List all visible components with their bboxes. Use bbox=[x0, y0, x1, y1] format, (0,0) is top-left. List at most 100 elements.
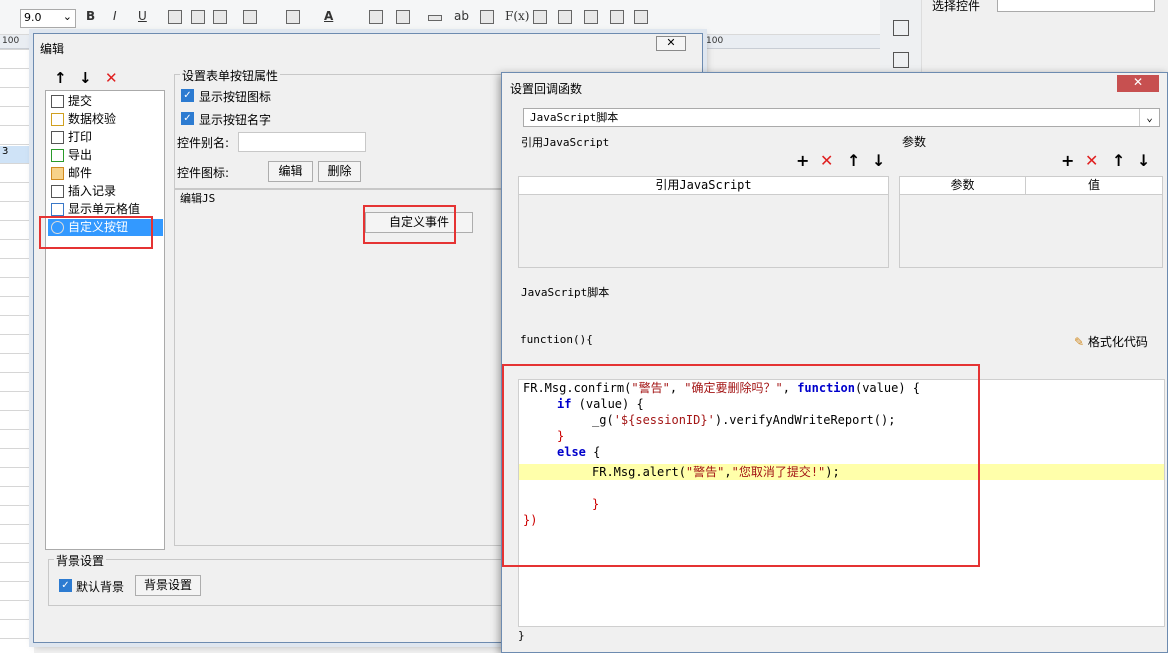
group-legend: 编辑JS bbox=[180, 192, 216, 205]
tree-item-label: 邮件 bbox=[68, 166, 93, 180]
arrow-down-icon[interactable]: ↓ bbox=[1137, 151, 1150, 170]
arrow-up-icon[interactable]: ↑ bbox=[1112, 151, 1125, 170]
mail-icon bbox=[51, 167, 64, 180]
delete-icon[interactable]: ✕ bbox=[1085, 151, 1098, 170]
widget-select-label: 选择控件 bbox=[932, 0, 981, 13]
tree-item-print[interactable]: 打印 bbox=[48, 129, 163, 146]
tree-item-label: 提交 bbox=[68, 94, 93, 108]
align-right-icon[interactable] bbox=[213, 10, 227, 24]
chevron-down-icon: ⌄ bbox=[1139, 109, 1159, 126]
format-code-button[interactable]: ✎ 格式化代码 bbox=[1074, 333, 1148, 350]
ref-js-table[interactable]: 引用JavaScript bbox=[518, 176, 889, 268]
export-icon bbox=[51, 149, 64, 162]
align-center-icon[interactable] bbox=[191, 10, 205, 24]
chart-icon[interactable] bbox=[533, 10, 547, 24]
code-line: } bbox=[592, 497, 600, 511]
tree-item-show-cell[interactable]: 显示单元格值 bbox=[48, 201, 163, 218]
bold-button[interactable]: B bbox=[86, 9, 95, 27]
add-icon[interactable]: + bbox=[796, 151, 809, 170]
code-line: else { bbox=[557, 445, 601, 459]
formula-button[interactable]: F(x) bbox=[505, 9, 529, 27]
tree-item-label: 打印 bbox=[68, 130, 93, 144]
subreport-icon[interactable] bbox=[610, 10, 624, 24]
code-line: FR.Msg.alert("警告","您取消了提交!"); bbox=[592, 465, 840, 479]
table-icon[interactable] bbox=[396, 10, 410, 24]
add-icon[interactable]: + bbox=[1061, 151, 1074, 170]
custom-event-button[interactable]: 自定义事件 bbox=[365, 212, 473, 233]
fill-color-icon[interactable] bbox=[286, 10, 300, 24]
align-left-icon[interactable] bbox=[168, 10, 182, 24]
group-legend: 设置表单按钮属性 bbox=[180, 67, 281, 84]
tree-item-submit[interactable]: 提交 bbox=[48, 93, 163, 110]
ruler-mark: 100 bbox=[2, 36, 20, 46]
edit-icon-button[interactable]: 编辑 bbox=[268, 161, 313, 182]
show-name-checkbox[interactable]: ✓ bbox=[181, 112, 194, 125]
script-section-label: JavaScript脚本 bbox=[521, 286, 610, 299]
tree-toolbar: ↑ ↓ ✕ bbox=[45, 67, 165, 89]
tree-item-label: 插入记录 bbox=[68, 184, 117, 198]
text-color-button[interactable]: A bbox=[324, 9, 333, 27]
border-frame-icon[interactable] bbox=[634, 10, 648, 24]
frame-icon[interactable] bbox=[893, 52, 909, 68]
underline-button[interactable]: U bbox=[138, 9, 147, 27]
widget-select[interactable] bbox=[997, 0, 1155, 12]
default-bg-checkbox[interactable]: ✓ bbox=[59, 579, 72, 592]
slash-icon[interactable] bbox=[584, 10, 598, 24]
arrow-down-icon[interactable]: ↓ bbox=[79, 69, 92, 87]
code-line: if (value) { bbox=[557, 397, 644, 411]
cell-icon bbox=[51, 203, 64, 216]
script-type-select[interactable]: JavaScript脚本 ⌄ bbox=[523, 108, 1160, 127]
checkbox-label: 显示按钮名字 bbox=[199, 113, 272, 127]
column-header: 引用JavaScript bbox=[519, 177, 888, 195]
bg-settings-button[interactable]: 背景设置 bbox=[135, 575, 201, 596]
main-toolbar: 9.0 ⌄ B I U A ab F(x) bbox=[0, 0, 880, 35]
printer-icon bbox=[51, 131, 64, 144]
code-line: _g('${sessionID}').verifyAndWriteReport(… bbox=[592, 413, 896, 427]
alias-input[interactable] bbox=[238, 132, 366, 152]
tree-item-label: 导出 bbox=[68, 148, 93, 162]
show-icon-checkbox[interactable]: ✓ bbox=[181, 89, 194, 102]
merge-icon[interactable] bbox=[369, 10, 383, 24]
param-section-label: 参数 bbox=[902, 135, 927, 149]
button-type-tree: 提交 数据校验 打印 导出 邮件 插入记录 显示单元格值 自定义按钮 bbox=[45, 90, 165, 550]
code-editor[interactable]: FR.Msg.confirm("警告", "确定要删除吗？", function… bbox=[518, 379, 1165, 627]
callback-dialog: 设置回调函数 ✕ JavaScript脚本 ⌄ 引用JavaScript 参数 +… bbox=[501, 72, 1168, 653]
tree-item-mail[interactable]: 邮件 bbox=[48, 165, 163, 182]
gear-icon bbox=[51, 221, 64, 234]
column-header: 参数 bbox=[900, 177, 1026, 195]
text-button[interactable]: ab bbox=[454, 9, 469, 27]
format-code-label: 格式化代码 bbox=[1087, 335, 1148, 349]
close-button[interactable]: ✕ bbox=[1117, 75, 1159, 92]
checkbox-label: 显示按钮图标 bbox=[199, 90, 272, 104]
alias-label: 控件别名: bbox=[177, 136, 230, 150]
tree-item-validate[interactable]: 数据校验 bbox=[48, 111, 163, 128]
code-line: }) bbox=[523, 513, 538, 527]
tree-item-label: 显示单元格值 bbox=[68, 202, 141, 216]
widget-settings-icon[interactable] bbox=[893, 20, 909, 36]
delete-icon[interactable]: ✕ bbox=[820, 151, 833, 170]
close-button[interactable]: ✕ bbox=[656, 36, 686, 51]
tree-item-custom-button[interactable]: 自定义按钮 bbox=[48, 219, 163, 236]
param-table[interactable]: 参数 值 bbox=[899, 176, 1163, 268]
italic-button[interactable]: I bbox=[113, 9, 117, 27]
ruler-mark: 100 bbox=[706, 36, 724, 46]
input-icon[interactable] bbox=[428, 15, 442, 21]
right-pane: 选择控件 bbox=[880, 0, 1168, 70]
spreadsheet-grid[interactable]: 3 bbox=[0, 49, 34, 653]
tree-item-export[interactable]: 导出 bbox=[48, 147, 163, 164]
code-line: } bbox=[557, 429, 565, 443]
font-size-select[interactable]: 9.0 ⌄ bbox=[20, 9, 76, 28]
image-icon[interactable] bbox=[558, 10, 572, 24]
tree-item-label: 自定义按钮 bbox=[68, 220, 129, 234]
delete-icon-button[interactable]: 删除 bbox=[318, 161, 361, 182]
arrow-down-icon[interactable]: ↓ bbox=[872, 151, 885, 170]
tree-item-insert-record[interactable]: 插入记录 bbox=[48, 183, 163, 200]
paragraph-icon[interactable] bbox=[480, 10, 494, 24]
arrow-up-icon[interactable]: ↑ bbox=[54, 69, 67, 87]
delete-icon[interactable]: ✕ bbox=[105, 69, 118, 87]
icon-label: 控件图标: bbox=[177, 166, 230, 180]
code-line: FR.Msg.confirm("警告", "确定要删除吗？", function… bbox=[523, 381, 921, 395]
tree-item-label: 数据校验 bbox=[68, 112, 117, 126]
border-icon[interactable] bbox=[243, 10, 257, 24]
arrow-up-icon[interactable]: ↑ bbox=[847, 151, 860, 170]
